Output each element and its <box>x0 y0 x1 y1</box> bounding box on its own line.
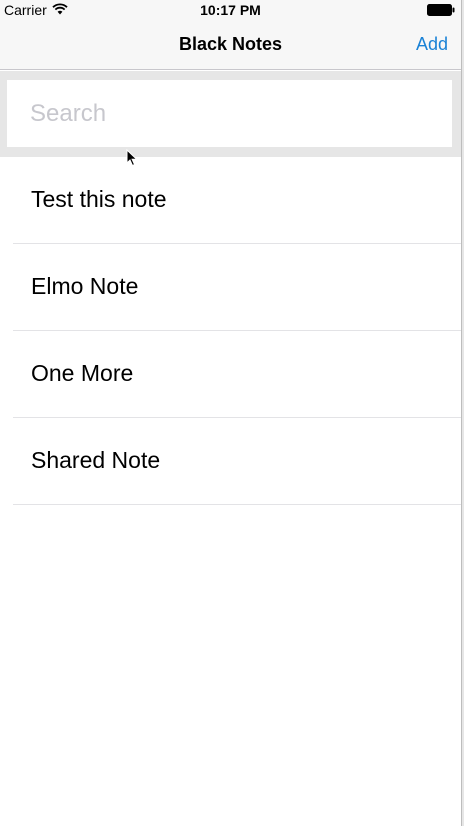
note-title: One More <box>31 360 134 386</box>
note-title: Elmo Note <box>31 273 139 299</box>
search-bar <box>0 71 461 157</box>
note-title: Test this note <box>31 186 167 212</box>
row-separator <box>13 504 461 505</box>
add-button[interactable]: Add <box>416 34 448 55</box>
pointer-cursor-icon <box>126 149 138 167</box>
app-screen: Carrier 10:17 PM Black Notes Add Test th… <box>0 0 461 826</box>
list-item[interactable]: Test this note <box>0 157 461 244</box>
list-item[interactable]: One More <box>0 331 461 418</box>
notes-list: Test this note Elmo Note One More Shared… <box>0 157 461 505</box>
status-bar: Carrier 10:17 PM <box>0 0 461 20</box>
navigation-bar: Black Notes Add <box>0 20 461 70</box>
status-time: 10:17 PM <box>200 2 261 18</box>
list-item[interactable]: Shared Note <box>0 418 461 505</box>
page-title: Black Notes <box>178 34 283 54</box>
battery-icon <box>427 4 455 16</box>
list-item[interactable]: Elmo Note <box>0 244 461 331</box>
search-input[interactable] <box>7 80 452 147</box>
note-title: Shared Note <box>31 447 161 473</box>
